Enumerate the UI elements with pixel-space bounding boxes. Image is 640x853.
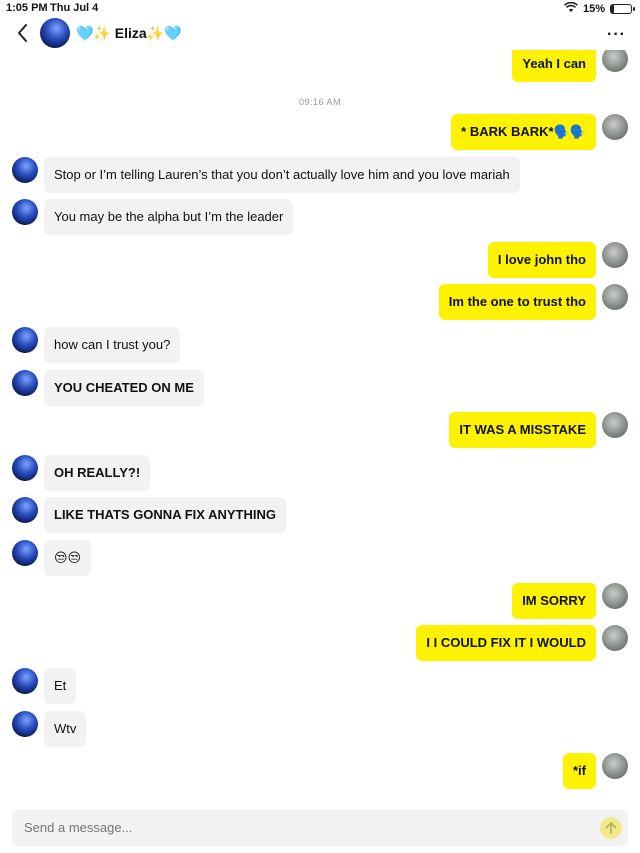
avatar[interactable] <box>12 711 38 737</box>
message-bubble[interactable]: I I COULD FIX IT I WOULD <box>416 625 596 661</box>
avatar[interactable] <box>602 753 628 779</box>
avatar[interactable] <box>12 327 38 353</box>
battery-icon <box>610 4 635 14</box>
avatar[interactable] <box>602 284 628 310</box>
avatar[interactable] <box>12 157 38 183</box>
message-bubble[interactable]: *if <box>563 753 596 789</box>
message-bubble[interactable]: Stop or I’m telling Lauren’s that you do… <box>44 157 520 193</box>
avatar[interactable] <box>602 242 628 268</box>
avatar[interactable] <box>12 370 38 396</box>
contact-name[interactable]: 🩵✨ Eliza✨🩵 <box>76 25 182 42</box>
arrow-up-icon <box>605 822 617 834</box>
message-bubble[interactable]: Im the one to trust tho <box>438 284 596 320</box>
avatar[interactable] <box>602 583 628 609</box>
message-bubble[interactable]: Et <box>44 668 77 704</box>
message-bubble[interactable]: OH REALLY?! <box>44 455 151 491</box>
avatar[interactable] <box>602 114 628 140</box>
message-bubble[interactable]: 😒😒 <box>44 540 92 576</box>
message-bubble[interactable]: * BARK BARK*🗣️🗣️ <box>451 114 596 150</box>
back-button[interactable] <box>14 22 34 44</box>
avatar[interactable] <box>12 199 38 225</box>
battery-percent: 15% <box>582 3 605 15</box>
chat-header: 🩵✨ Eliza✨🩵 ··· <box>0 16 640 50</box>
wifi-icon <box>564 1 578 16</box>
battery-level <box>611 5 614 13</box>
message-bubble[interactable]: I love john tho <box>487 242 596 278</box>
message-bubble[interactable]: IM SORRY <box>512 583 596 619</box>
avatar[interactable] <box>12 455 38 481</box>
message-bubble[interactable]: Wtv <box>44 711 87 747</box>
status-time: 1:05 PM <box>6 2 48 14</box>
message-bubble[interactable]: how can I trust you? <box>44 327 181 363</box>
message-timestamp: 09:16 AM <box>298 97 342 107</box>
status-bar: 1:05 PM Thu Jul 4 15% <box>0 0 640 16</box>
message-bubble[interactable]: IT WAS A MISSTAKE <box>449 412 596 448</box>
message-bubble[interactable]: Yeah I can <box>512 46 596 82</box>
message-composer <box>12 810 628 846</box>
message-bubble[interactable]: YOU CHEATED ON ME <box>44 370 204 406</box>
chevron-left-icon <box>18 24 27 42</box>
send-button[interactable] <box>600 817 622 839</box>
more-options-button[interactable]: ··· <box>607 26 626 44</box>
status-date: Thu Jul 4 <box>50 2 99 14</box>
avatar[interactable] <box>12 668 38 694</box>
avatar[interactable] <box>602 625 628 651</box>
avatar[interactable] <box>602 412 628 438</box>
contact-avatar[interactable] <box>40 18 70 48</box>
status-indicators: 15% <box>564 1 635 16</box>
message-bubble[interactable]: You may be the alpha but I’m the leader <box>44 199 294 235</box>
message-bubble[interactable]: LIKE THATS GONNA FIX ANYTHING <box>44 497 286 533</box>
avatar[interactable] <box>12 497 38 523</box>
avatar[interactable] <box>12 540 38 566</box>
message-input[interactable] <box>24 810 584 846</box>
